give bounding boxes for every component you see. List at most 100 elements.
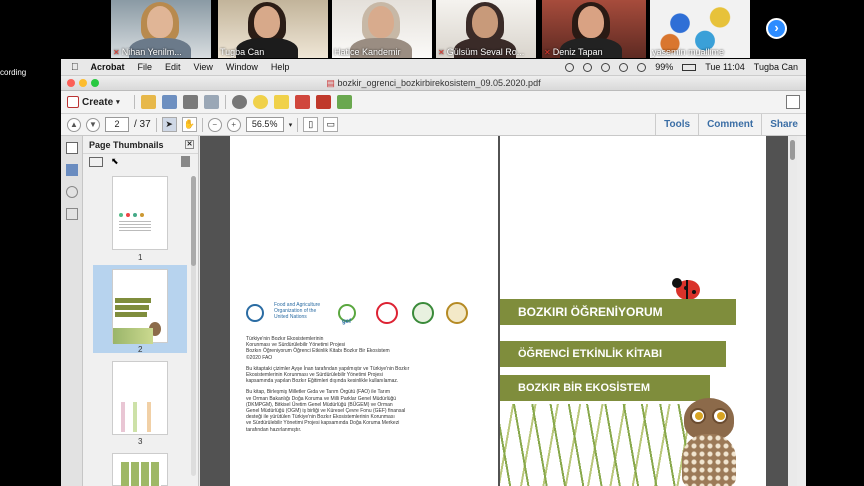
gear-icon[interactable] <box>231 95 247 109</box>
thumbnails-scrollbar[interactable] <box>191 176 196 476</box>
status-icon[interactable] <box>583 62 593 72</box>
mac-menubar:  Acrobat File Edit View Window Help 99%… <box>61 59 806 76</box>
cover-subtitle-banner: ÖĞRENCİ ETKİNLİK KİTABI <box>500 341 726 367</box>
hand-tool-icon[interactable]: ✋ <box>181 117 197 132</box>
menu-file[interactable]: File <box>138 62 153 72</box>
menu-help[interactable]: Help <box>271 62 290 72</box>
participant-tile[interactable]: ✕ Nihan Yenilm... <box>111 0 211 58</box>
toolbar-separator <box>224 95 226 109</box>
chevron-down-icon[interactable]: ▾ <box>289 121 293 129</box>
print-icon[interactable] <box>182 95 198 109</box>
muted-mic-icon: ✕ <box>544 47 551 57</box>
toolbar-separator <box>155 117 157 132</box>
battery-icon[interactable] <box>682 63 697 71</box>
signature-icon[interactable] <box>66 208 78 220</box>
tools-button[interactable]: Tools <box>655 114 698 135</box>
email-icon[interactable] <box>203 95 219 109</box>
copyright-paragraph: Türkiye'nin Bozkır Ekosistemlerinin Koru… <box>246 336 390 361</box>
apple-icon[interactable]:  <box>71 62 79 73</box>
create-icon <box>67 96 79 108</box>
toolbar-separator <box>133 95 135 109</box>
stamp-icon[interactable] <box>294 95 310 109</box>
navigation-toolbar: ▲ ▼ 2 / 37 ➤ ✋ − + 56.5% ▾ ▯ ▭ Tools Com… <box>61 114 806 136</box>
cover-title-banner: BOZKIRI ÖĞRENİYORUM <box>500 299 736 325</box>
menubar-clock[interactable]: Tue 11:04 <box>705 62 745 72</box>
participant-name: ✕ Deniz Tapan <box>544 47 603 57</box>
page-thumbnail[interactable] <box>112 269 168 344</box>
participant-tile[interactable]: Tugba Can <box>218 0 328 58</box>
highlight-icon[interactable] <box>273 95 289 109</box>
battery-percent[interactable]: 99% <box>655 62 673 72</box>
navigation-rail <box>61 136 83 486</box>
bookmark-icon[interactable] <box>66 164 78 176</box>
export-icon[interactable] <box>336 95 352 109</box>
content-area: Page Thumbnails ✕ ⬉ 1 2 3 Food and Agric… <box>61 136 806 486</box>
gef-label: gef <box>342 319 351 325</box>
comment-icon[interactable] <box>252 95 268 109</box>
menu-view[interactable]: View <box>194 62 213 72</box>
main-toolbar: Create ▾ <box>61 91 806 114</box>
ministry-logo <box>376 302 398 324</box>
comment-button[interactable]: Comment <box>698 114 761 135</box>
zoom-out-icon[interactable]: − <box>207 117 222 132</box>
zoom-in-icon[interactable]: + <box>226 117 241 132</box>
save-icon[interactable] <box>161 95 177 109</box>
document-scrollbar[interactable] <box>788 136 797 486</box>
zoom-window-button[interactable] <box>91 79 99 87</box>
close-window-button[interactable] <box>67 79 75 87</box>
select-cursor-icon[interactable]: ➤ <box>161 117 177 132</box>
forestry-logo <box>412 302 434 324</box>
wifi-icon[interactable] <box>637 62 647 72</box>
fit-width-icon[interactable]: ▭ <box>323 117 339 132</box>
status-icon[interactable] <box>565 62 575 72</box>
menu-app[interactable]: Acrobat <box>91 62 125 72</box>
options-menu-icon[interactable] <box>89 157 103 167</box>
grass-illustration <box>500 404 700 486</box>
arrow-up-icon[interactable]: ▲ <box>67 117 81 132</box>
nature-center-logo <box>446 302 468 324</box>
trash-icon[interactable] <box>181 156 190 167</box>
sign-icon[interactable] <box>315 95 331 109</box>
participant-name: ✕ Nihan Yenilm... <box>113 47 182 57</box>
page-thumbnail[interactable] <box>112 453 168 486</box>
toolbar-separator <box>201 117 203 132</box>
create-button[interactable]: Create ▾ <box>67 96 120 108</box>
document-viewport: Food and Agriculture Organization of the… <box>200 136 797 486</box>
page-thumbnails-icon[interactable] <box>66 142 78 154</box>
muted-mic-icon: ✕ <box>438 47 445 57</box>
zoom-level-select[interactable]: 56.5% <box>245 117 284 132</box>
bluetooth-icon[interactable] <box>619 62 629 72</box>
page-count: / 37 <box>134 119 151 130</box>
page-thumbnail[interactable] <box>112 176 168 250</box>
participant-tile[interactable]: yasemin muallime <box>650 0 750 58</box>
zoom-participant-strip: ✕ Nihan Yenilm... Tugba Can Hatice Kandem… <box>0 0 864 62</box>
status-icon[interactable] <box>601 62 611 72</box>
menubar-user[interactable]: Tugba Can <box>754 62 798 72</box>
chevron-down-icon: ▾ <box>116 99 120 106</box>
copyright-text: Türkiye'nin Bozkır Ekosistemlerinin Koru… <box>246 336 476 438</box>
close-panel-icon[interactable]: ✕ <box>185 140 194 149</box>
window-title: bozkir_ogrenci_bozkirbirekosistem_09.05.… <box>337 78 541 88</box>
page-thumbnail[interactable] <box>112 361 168 435</box>
menu-edit[interactable]: Edit <box>165 62 181 72</box>
toolbar-separator <box>297 117 299 132</box>
participant-tile[interactable]: ✕ Deniz Tapan <box>542 0 646 58</box>
thumbnails-toolbar: ⬉ <box>83 154 198 170</box>
acrobat-window:  Acrobat File Edit View Window Help 99%… <box>61 59 806 486</box>
participant-tile[interactable]: Hatice Kandemir <box>332 0 432 58</box>
page-number-input[interactable]: 2 <box>105 117 129 132</box>
attachment-icon[interactable] <box>66 186 78 198</box>
menu-window[interactable]: Window <box>226 62 258 72</box>
chevron-right-icon[interactable]: › <box>766 18 787 39</box>
copyright-paragraph: Bu kitap, Birleşmiş Milletler Gıda ve Ta… <box>246 389 406 433</box>
fao-name: Food and Agriculture Organization of the… <box>274 302 321 320</box>
open-folder-icon[interactable] <box>140 95 156 109</box>
share-button[interactable]: Share <box>761 114 806 135</box>
recording-label: cording <box>0 68 27 77</box>
fit-page-icon[interactable]: ▯ <box>303 117 319 132</box>
minimize-window-button[interactable] <box>79 79 87 87</box>
participant-tile[interactable]: ✕ Gülsüm Seval Ro... <box>436 0 536 58</box>
expand-icon[interactable] <box>786 95 800 109</box>
arrow-down-icon[interactable]: ▼ <box>86 117 100 132</box>
pdf-file-icon: ▤ <box>326 78 335 88</box>
